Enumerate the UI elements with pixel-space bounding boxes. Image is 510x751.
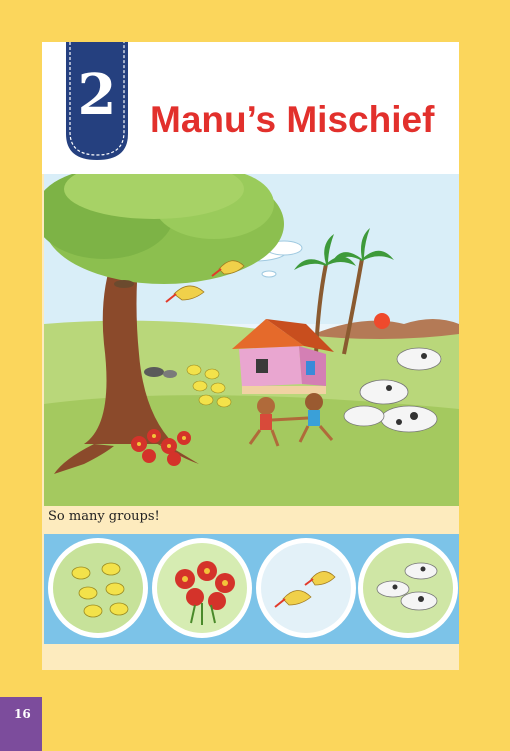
illustration-caption: So many groups! xyxy=(48,509,160,524)
story-illustration xyxy=(44,174,459,506)
flowers-group-picture xyxy=(152,538,252,638)
chapter-title: Manu’s Mischief xyxy=(150,99,435,140)
birds-group-picture xyxy=(256,538,356,638)
goats-group-picture xyxy=(358,538,458,638)
chicks-group-picture xyxy=(48,538,148,638)
page-number-tab: 16 xyxy=(0,697,42,751)
groups-strip xyxy=(44,534,459,644)
page-number: 16 xyxy=(14,707,31,721)
book-page: 2 Manu’s Mischief So many groups! xyxy=(42,42,459,670)
chapter-number-tab: 2 xyxy=(66,42,128,160)
chapter-number: 2 xyxy=(77,62,117,128)
chapter-header: 2 Manu’s Mischief xyxy=(42,42,459,174)
